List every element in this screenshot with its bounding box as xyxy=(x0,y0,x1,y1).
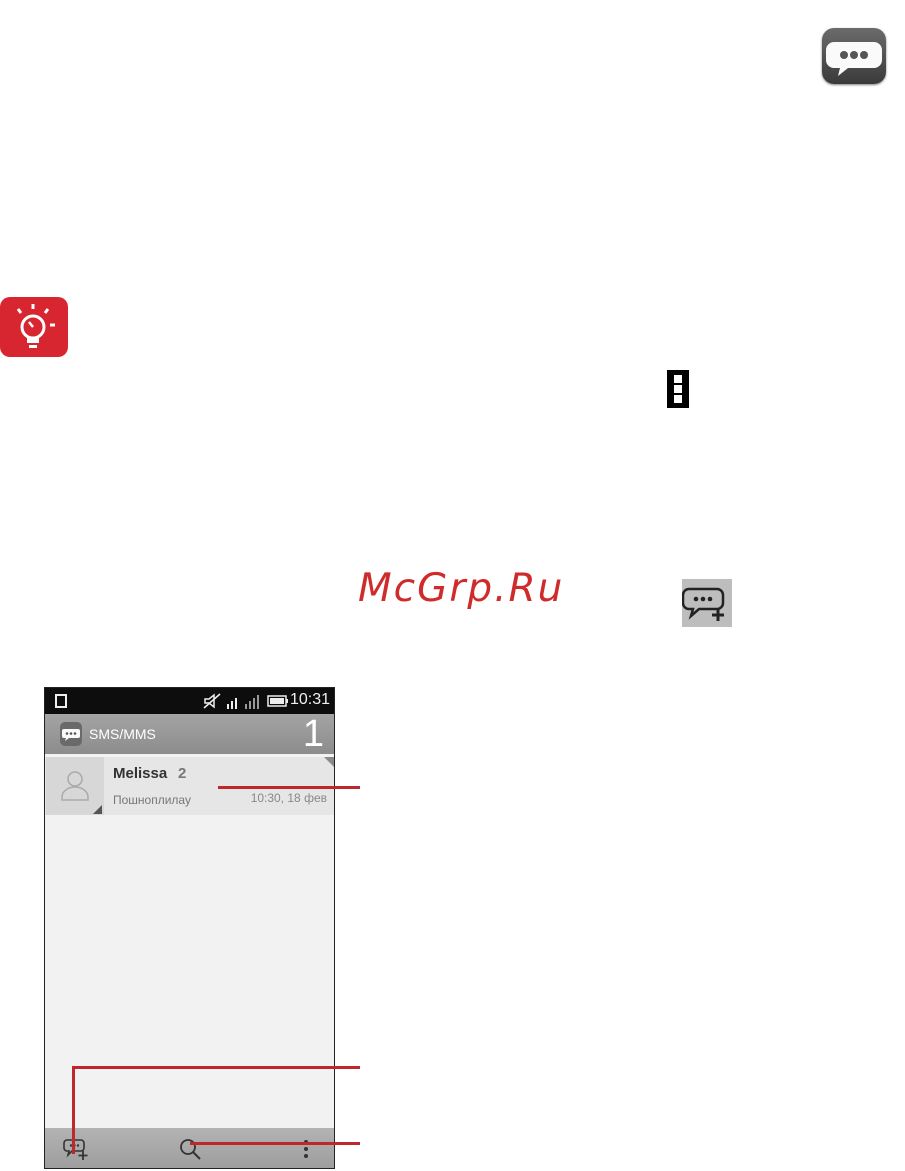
action-bar-title: SMS/MMS xyxy=(89,726,156,742)
phone-screenshot: 10:31 SMS/MMS 1 Melissa 2 Пошноплилау 10… xyxy=(44,687,335,1169)
callout-line-compose xyxy=(72,1066,360,1069)
lightbulb-tip-icon xyxy=(0,297,68,357)
bottom-action-bar xyxy=(45,1128,334,1168)
compose-message-icon[interactable] xyxy=(63,1136,89,1162)
message-count: 2 xyxy=(178,765,187,782)
callout-line-search xyxy=(190,1142,360,1145)
search-icon[interactable] xyxy=(177,1136,203,1162)
messaging-app-icon xyxy=(822,28,886,84)
callout-line-compose-vertical xyxy=(72,1066,75,1154)
sd-card-icon xyxy=(55,694,67,708)
status-time: 10:31 xyxy=(289,691,330,708)
overflow-menu-icon[interactable] xyxy=(301,1137,311,1161)
corner-marker xyxy=(324,757,334,767)
unread-count: 1 xyxy=(302,713,324,755)
status-bar: 10:31 xyxy=(45,688,334,714)
action-bar: SMS/MMS 1 xyxy=(45,713,334,755)
sms-app-icon xyxy=(60,722,82,746)
message-preview: Пошноплилау xyxy=(113,793,191,807)
message-time: 10:30, 18 фев xyxy=(250,791,327,805)
avatar[interactable] xyxy=(46,757,104,815)
callout-line-conversation xyxy=(218,786,360,789)
watermark: McGrp.Ru xyxy=(358,566,565,611)
mute-icon xyxy=(203,693,221,709)
new-message-icon xyxy=(681,579,732,627)
overflow-menu-icon xyxy=(667,370,689,408)
contact-name: Melissa xyxy=(113,765,168,782)
battery-icon xyxy=(267,695,288,707)
signal-icon xyxy=(227,695,259,709)
